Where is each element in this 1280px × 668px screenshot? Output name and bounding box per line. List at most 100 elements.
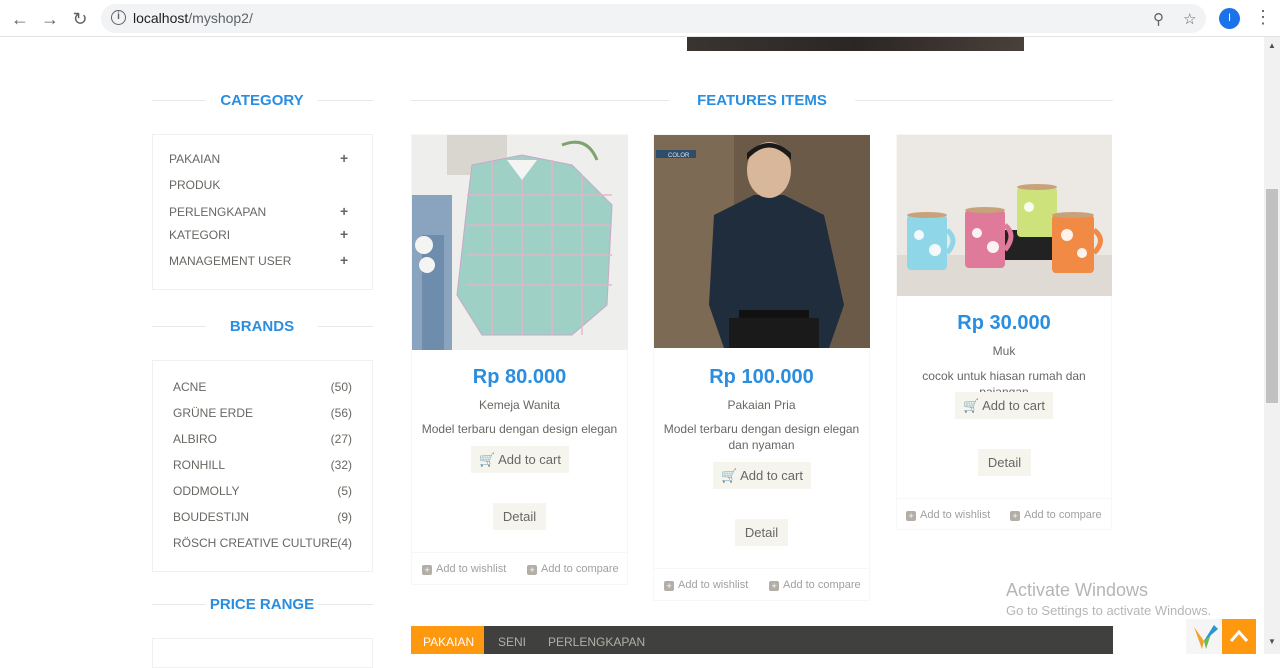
product-price: Rp 100.000 [709, 366, 814, 388]
zoom-icon[interactable]: ⚲ [1153, 10, 1164, 28]
scroll-down-arrow-icon[interactable]: ▼ [1268, 637, 1276, 646]
product-card: Rp 80.000 Kemeja Wanita Model terbaru de… [411, 134, 628, 585]
product-image[interactable] [412, 135, 628, 350]
add-to-cart-button[interactable]: 🛒 Add to cart [471, 446, 569, 473]
add-to-cart-label: Add to cart [740, 468, 803, 483]
activate-windows-text: Activate Windows [1006, 580, 1149, 600]
slider-image-bottom [687, 37, 1024, 51]
page-scrollbar[interactable]: ▲ ▼ [1264, 37, 1280, 654]
tab-pakaian[interactable]: PAKAIAN [411, 626, 484, 654]
brand-item[interactable]: ODDMOLLY [173, 484, 239, 498]
expand-plus-icon[interactable]: + [340, 252, 348, 268]
url-host: localhost [133, 10, 189, 26]
detail-button[interactable]: Detail [735, 519, 788, 546]
add-to-compare-link[interactable]: + Add to compare [1010, 509, 1102, 521]
plus-square-icon: + [422, 565, 432, 575]
expand-plus-icon[interactable]: + [340, 150, 348, 166]
brand-count: (9) [337, 510, 352, 524]
brand-item[interactable]: RÖSCH CREATIVE CULTURE [173, 536, 338, 550]
bookmark-star-icon[interactable]: ☆ [1183, 10, 1196, 28]
brand-item[interactable]: BOUDESTIJN [173, 510, 249, 524]
brand-count: (32) [330, 458, 352, 472]
detail-button[interactable]: Detail [493, 503, 546, 530]
product-image[interactable] [897, 135, 1112, 296]
category-tabs: PAKAIAN SENI PERLENGKAPAN [411, 626, 1113, 654]
image-label: COLOR [668, 153, 690, 159]
product-name: Pakaian Pria [727, 398, 796, 412]
compare-label: Add to compare [541, 563, 619, 575]
add-to-wishlist-link[interactable]: + Add to wishlist [906, 509, 990, 521]
add-to-compare-link[interactable]: + Add to compare [527, 563, 619, 575]
url-text[interactable]: localhost/myshop2/ [133, 10, 253, 26]
cart-icon: 🛒 [479, 452, 496, 467]
product-image[interactable]: COLOR [654, 135, 870, 348]
product-name: Kemeja Wanita [479, 398, 560, 412]
compare-label: Add to compare [783, 579, 861, 591]
expand-plus-icon[interactable]: + [340, 203, 348, 219]
compare-label: Add to compare [1024, 509, 1102, 521]
divider [318, 100, 373, 101]
activate-windows-subtext: Go to Settings to activate Windows. [1006, 603, 1212, 618]
category-title: CATEGORY [220, 92, 304, 109]
category-panel: PAKAIAN + PRODUK PERLENGKAPAN + KATEGORI… [152, 134, 373, 290]
product-card: Rp 30.000 Muk cocok untuk hiasan rumah d… [896, 134, 1112, 530]
wishlist-label: Add to wishlist [436, 563, 507, 575]
scroll-up-arrow-icon[interactable]: ▲ [1268, 41, 1276, 50]
tab-perlengkapan[interactable]: PERLENGKAPAN [536, 626, 657, 654]
product-description: Model terbaru dengan design elegan [421, 422, 618, 436]
tab-seni[interactable]: SENI [486, 626, 538, 654]
brand-item[interactable]: ALBIRO [173, 432, 217, 446]
plus-square-icon: + [527, 565, 537, 575]
add-to-cart-button[interactable]: 🛒 Add to cart [955, 392, 1053, 419]
plus-square-icon: + [1010, 511, 1020, 521]
forward-arrow-icon[interactable]: → [39, 8, 61, 30]
brand-count: (4) [337, 536, 352, 550]
product-description: Model terbaru dengan design elegan dan n… [663, 422, 860, 452]
add-to-compare-link[interactable]: + Add to compare [769, 579, 861, 591]
info-icon[interactable]: i [111, 10, 126, 25]
cart-icon: 🛒 [721, 468, 738, 483]
product-name: Muk [992, 344, 1016, 358]
reload-icon[interactable]: ↻ [69, 8, 91, 30]
back-arrow-icon[interactable]: ← [9, 8, 31, 30]
browser-toolbar: ← → ↻ i localhost/myshop2/ ⚲ ☆ I ⋮ [0, 0, 1280, 37]
brand-item[interactable]: RONHILL [173, 458, 225, 472]
scroll-to-top-button[interactable] [1222, 619, 1256, 654]
brand-count: (27) [330, 432, 352, 446]
product-card: COLOR Rp 100.000 Pakaian Pria Model terb… [653, 134, 870, 601]
category-item-perlengkapan[interactable]: PERLENGKAPAN [169, 205, 266, 219]
brand-item[interactable]: GRÜNE ERDE [173, 406, 253, 420]
plus-square-icon: + [769, 581, 779, 591]
category-item-management-user[interactable]: MANAGEMENT USER [169, 254, 291, 268]
brand-item[interactable]: ACNE [173, 380, 206, 394]
wishlist-label: Add to wishlist [678, 579, 749, 591]
add-to-cart-label: Add to cart [982, 398, 1045, 413]
expand-plus-icon[interactable]: + [340, 226, 348, 242]
add-to-wishlist-link[interactable]: + Add to wishlist [422, 563, 506, 575]
cart-icon: 🛒 [963, 398, 980, 413]
add-to-cart-label: Add to cart [498, 452, 561, 467]
add-to-cart-button[interactable]: 🛒 Add to cart [713, 462, 811, 489]
browser-menu-icon[interactable]: ⋮ [1254, 7, 1272, 27]
add-to-wishlist-link[interactable]: + Add to wishlist [664, 579, 748, 591]
url-path: /myshop2/ [188, 10, 253, 26]
address-bar[interactable]: i localhost/myshop2/ ⚲ ☆ [101, 4, 1206, 33]
category-item-kategori[interactable]: KATEGORI [169, 228, 230, 242]
plus-square-icon: + [906, 511, 916, 521]
profile-avatar[interactable]: I [1219, 8, 1240, 29]
category-item-produk[interactable]: PRODUK [169, 178, 220, 192]
category-item-pakaian[interactable]: PAKAIAN [169, 152, 220, 166]
plus-square-icon: + [664, 581, 674, 591]
brands-panel: ACNE (50) GRÜNE ERDE (56) ALBIRO (27) RO… [152, 360, 373, 572]
brand-count: (50) [330, 380, 352, 394]
detail-button[interactable]: Detail [978, 449, 1031, 476]
yii-logo-icon[interactable] [1186, 619, 1222, 654]
divider [152, 100, 206, 101]
scrollbar-thumb[interactable] [1266, 189, 1278, 403]
features-items-title: FEATURES ITEMS [697, 92, 827, 109]
divider [411, 100, 669, 101]
card-footer: + Add to wishlist + Add to compare [654, 568, 869, 601]
wishlist-label: Add to wishlist [920, 509, 991, 521]
divider [855, 100, 1113, 101]
card-footer: + Add to wishlist + Add to compare [412, 552, 627, 585]
